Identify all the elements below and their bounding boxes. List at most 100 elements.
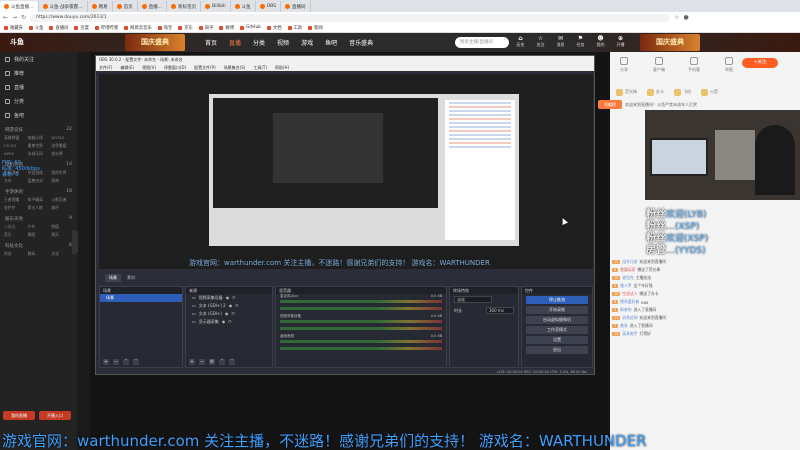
sidebar-category[interactable]: 魔兽世界: [28, 143, 50, 149]
scene-item[interactable]: 场景: [100, 294, 182, 302]
obs-control-button[interactable]: 设置: [526, 336, 588, 344]
gift-item[interactable]: 荧光棒: [616, 84, 637, 100]
browser-tab[interactable]: 网易: [88, 1, 113, 12]
sidebar-category[interactable]: 第五人格: [28, 205, 50, 211]
lock-icon[interactable]: ⊓: [235, 302, 238, 310]
lock-icon[interactable]: ⊓: [232, 294, 235, 302]
browser-tab[interactable]: Bilibili: [201, 1, 231, 12]
header-icon-button[interactable]: ✉ 消息: [554, 35, 567, 48]
sidebar-category[interactable]: 二次元: [4, 224, 26, 230]
sidebar-item[interactable]: 鱼吧: [0, 108, 77, 122]
sidebar-category[interactable]: 文化: [51, 251, 73, 257]
sidebar-category[interactable]: 舞蹈: [28, 232, 50, 238]
contribution-badge[interactable]: 贡献榜: [598, 100, 622, 109]
obs-menu-item[interactable]: 配置文件(P): [194, 64, 216, 71]
sidebar-section-title[interactable]: 娱乐天地 9: [0, 211, 77, 224]
sidebar-section-title[interactable]: 科技文化 6: [0, 238, 77, 251]
chat-username[interactable]: 空战达人: [622, 291, 637, 297]
sidebar-section-title[interactable]: 手游休闲 18: [0, 184, 77, 197]
obs-menu-item[interactable]: 帮助(H): [275, 64, 289, 71]
sidebar-item[interactable]: 推荐: [0, 66, 77, 80]
header-icon-button[interactable]: ⚑ 任务: [574, 35, 587, 48]
obs-menu-item[interactable]: 文件(F): [99, 64, 112, 71]
add-source-icon[interactable]: +: [189, 359, 195, 365]
bookmark-item[interactable]: 斗鱼: [28, 25, 43, 31]
obs-control-button[interactable]: 工作室模式: [526, 326, 588, 334]
visibility-eye-icon[interactable]: ◉: [222, 318, 226, 326]
chat-username[interactable]: 德系爱好者: [620, 299, 639, 305]
sidebar-category[interactable]: 原神: [51, 178, 73, 184]
nav-item[interactable]: 游戏: [301, 38, 313, 47]
remove-scene-icon[interactable]: −: [113, 359, 119, 365]
obs-control-button[interactable]: 开始录制: [526, 306, 588, 314]
obs-menu-item[interactable]: 编辑(E): [120, 64, 134, 71]
sidebar-category[interactable]: 数码: [28, 251, 50, 257]
sidebar-item[interactable]: 我的关注: [0, 52, 77, 66]
obs-menu-item[interactable]: 场景集合(S): [224, 64, 246, 71]
url-field[interactable]: https://www.douyu.com/2613/1: [30, 13, 671, 22]
browser-tab[interactable]: 直播间: [281, 1, 311, 12]
volume-slider[interactable]: [280, 347, 442, 350]
browser-tab[interactable]: 斗鱼: [231, 1, 256, 12]
source-up-icon[interactable]: ˄: [219, 359, 225, 365]
sidebar-category[interactable]: 火影忍者: [51, 197, 73, 203]
obs-control-button[interactable]: 停止推流: [526, 296, 588, 304]
sidebar-category[interactable]: 音乐: [4, 232, 26, 238]
follow-button[interactable]: +关注: [742, 58, 778, 68]
bookmark-star-icon[interactable]: ☆: [674, 14, 679, 21]
header-icon-button[interactable]: ☻ 我的: [594, 35, 607, 48]
duration-field[interactable]: 300 ms: [486, 307, 514, 314]
obs-dock-tab[interactable]: 素材: [127, 275, 135, 281]
sidebar-category[interactable]: 科技: [4, 251, 26, 257]
scene-up-icon[interactable]: ˄: [123, 359, 129, 365]
header-icon-button[interactable]: ☆ 关注: [534, 35, 547, 48]
obs-menu-item[interactable]: 停靠窗口(D): [164, 64, 186, 71]
obs-dock-tab[interactable]: 场景: [105, 274, 121, 282]
profile-icon[interactable]: ●: [683, 14, 688, 21]
obs-control-button[interactable]: 启动虚拟摄像机: [526, 316, 588, 324]
browser-tab[interactable]: 斗鱼-战争雷霆…: [39, 1, 88, 12]
room-action-button[interactable]: 举报: [717, 57, 741, 73]
room-action-button[interactable]: 客户端: [647, 57, 671, 73]
sidebar-category[interactable]: 方舟: [4, 178, 26, 184]
sidebar-category[interactable]: 逆水寒: [51, 151, 73, 157]
source-item[interactable]: ▭ 文本 (GDI+) 2 ◉ ⊓: [186, 302, 272, 310]
bookmark-item[interactable]: 知乎: [198, 25, 213, 31]
sidebar-category[interactable]: DOTA2: [51, 135, 73, 141]
bookmark-item[interactable]: 新闻: [308, 25, 323, 31]
volume-meter[interactable]: [280, 300, 442, 303]
volume-meter[interactable]: [280, 340, 442, 343]
bookmark-item[interactable]: 网易云音乐: [124, 25, 152, 31]
bookmark-item[interactable]: 京东: [178, 25, 193, 31]
bookmark-item[interactable]: 百度: [74, 25, 89, 31]
sidebar-collapse-handle[interactable]: [72, 230, 78, 254]
chat-username[interactable]: 老坦克: [622, 275, 633, 281]
visibility-eye-icon[interactable]: ◉: [225, 310, 229, 318]
bookmark-item[interactable]: 哔哩哔哩: [94, 25, 118, 31]
visibility-eye-icon[interactable]: ◉: [229, 302, 233, 310]
back-icon[interactable]: ←: [3, 14, 8, 21]
sidebar-category[interactable]: 穿越火线: [28, 135, 50, 141]
room-action-button[interactable]: 分享: [612, 57, 636, 73]
sidebar-category[interactable]: 颜值: [51, 224, 73, 230]
lock-icon[interactable]: ⊓: [228, 318, 231, 326]
nav-item[interactable]: 鱼吧: [325, 38, 337, 47]
gift-item[interactable]: 火箭: [701, 84, 718, 100]
sidebar-category[interactable]: CS:GO: [4, 143, 26, 149]
sidebar-category[interactable]: APEX: [4, 151, 26, 157]
sidebar-category[interactable]: 我的世界: [51, 170, 73, 176]
sidebar-category[interactable]: 猛兽派对: [28, 178, 50, 184]
nav-item[interactable]: 音乐盛典: [349, 38, 373, 47]
chat-username[interactable]: 苏系信仰: [622, 315, 637, 321]
sidebar-category[interactable]: 金铲铲: [4, 205, 26, 211]
bookmark-item[interactable]: GitHub: [240, 25, 261, 30]
obs-menu-item[interactable]: 工具(T): [253, 64, 267, 71]
sidebar-category[interactable]: 和平精英: [28, 197, 50, 203]
scene-down-icon[interactable]: ˅: [133, 359, 139, 365]
forward-icon[interactable]: →: [12, 14, 17, 21]
browser-tab[interactable]: 斗鱼直播…: [0, 1, 39, 12]
gift-item[interactable]: 飞机: [674, 84, 691, 100]
sidebar-item[interactable]: 分类: [0, 94, 77, 108]
room-action-button[interactable]: 手机看: [682, 57, 706, 73]
browser-tab[interactable]: OBS: [256, 1, 281, 12]
